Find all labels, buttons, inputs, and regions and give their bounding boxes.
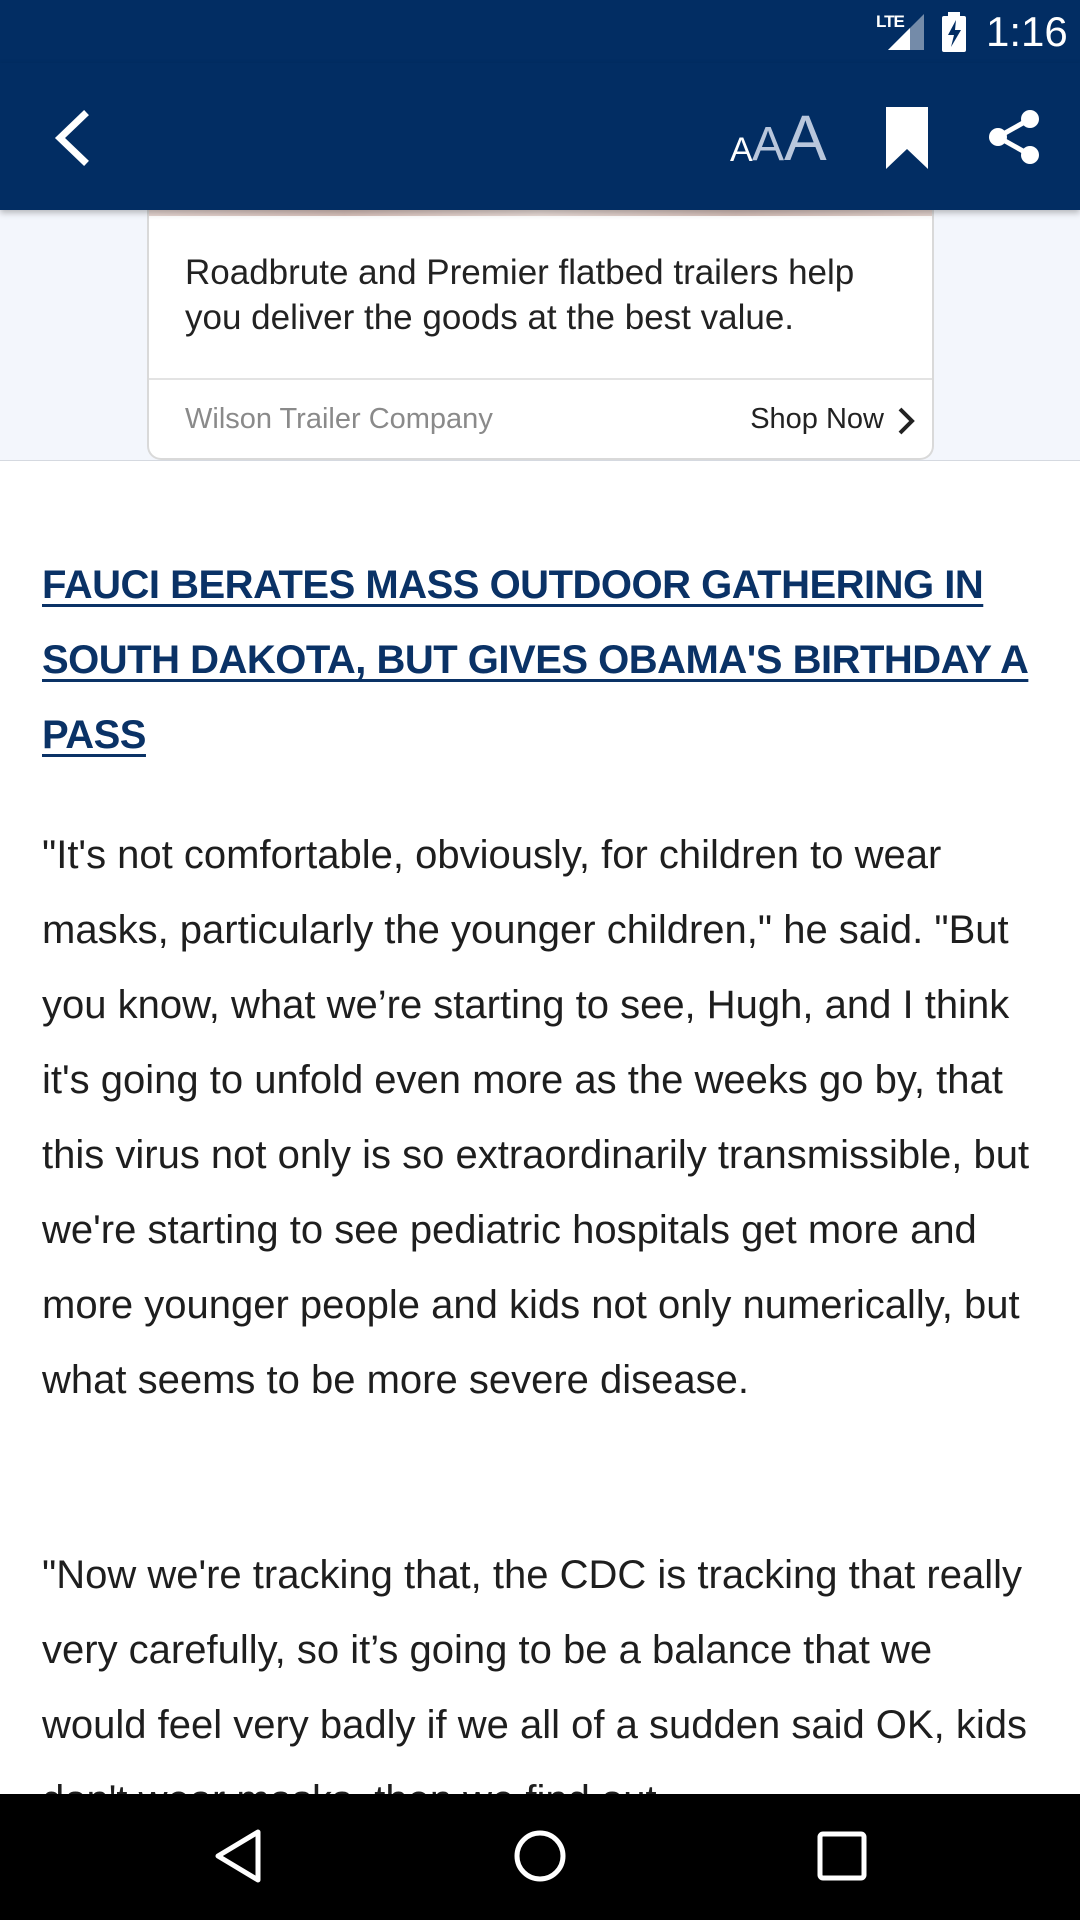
clock: 1:16 — [986, 8, 1068, 55]
article-paragraph: "It's not comfortable, obviously, for ch… — [42, 833, 1030, 1402]
font-size-small-glyph: A — [730, 131, 753, 169]
font-size-medium-glyph: A — [752, 118, 785, 171]
bookmark-icon[interactable] — [882, 105, 932, 171]
chevron-right-icon[interactable] — [892, 404, 918, 438]
nav-recents-icon[interactable] — [810, 1824, 874, 1888]
share-icon[interactable] — [984, 107, 1044, 167]
screen: LTE 1:16 A A A Roadbrute and Premier fla… — [0, 0, 1080, 1920]
ad-description: Roadbrute and Premier flatbed trailers h… — [185, 253, 855, 337]
font-size-large-glyph: A — [784, 102, 827, 174]
ad-card[interactable]: Roadbrute and Premier flatbed trailers h… — [147, 200, 934, 460]
ad-divider — [149, 378, 932, 380]
article-headline-link[interactable]: FAUCI BERATES MASS OUTDOOR GATHERING IN … — [42, 548, 1032, 773]
signal-icon — [888, 14, 924, 50]
article-paragraph: "Now we're tracking that, the CDC is tra… — [42, 1553, 1027, 1822]
system-nav-bar — [0, 1794, 1080, 1920]
shop-now-button[interactable]: Shop Now — [750, 403, 884, 436]
ad-sponsor: Wilson Trailer Company — [185, 403, 493, 435]
status-bar: LTE 1:16 — [0, 0, 1080, 63]
back-chevron-icon[interactable] — [40, 103, 110, 173]
nav-home-icon[interactable] — [508, 1824, 572, 1888]
font-size-button[interactable]: A A A — [722, 97, 832, 177]
app-toolbar: A A A — [0, 63, 1080, 210]
nav-back-icon[interactable] — [206, 1824, 270, 1888]
battery-charging-icon — [942, 12, 966, 52]
